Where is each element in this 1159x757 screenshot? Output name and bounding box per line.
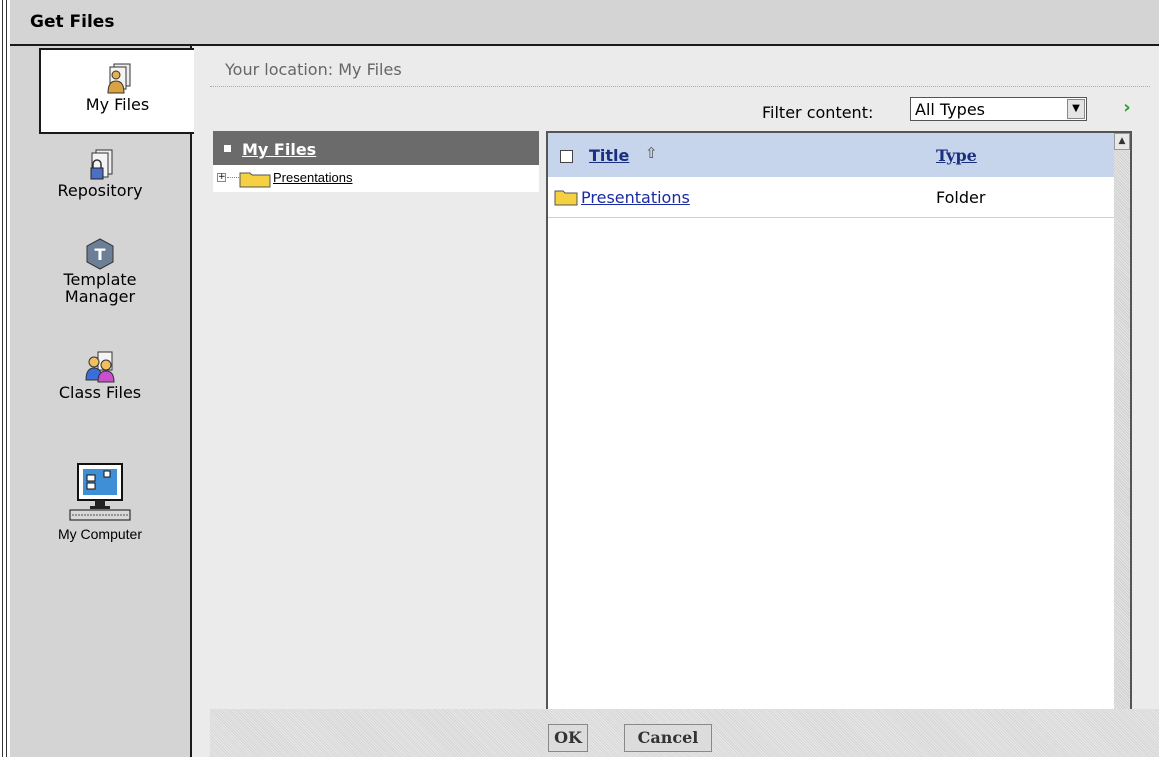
filter-selected-value: All Types (915, 100, 986, 119)
template-manager-icon: T (86, 238, 114, 270)
column-type[interactable]: Type (936, 146, 977, 165)
user-document-icon (106, 63, 130, 94)
vertical-scrollbar[interactable]: ▲ ▼ (1114, 133, 1130, 747)
tree-connector (227, 177, 239, 178)
location-path: Your location: My Files (225, 60, 402, 79)
square-bullet-icon (224, 145, 231, 152)
sidebar-item-label-line2: Manager (64, 287, 136, 306)
sidebar: My Files Repository T Template Manager C… (10, 46, 194, 757)
row-title-link[interactable]: Presentations (581, 188, 690, 207)
sidebar-item-label: Repository (57, 181, 143, 200)
table-row[interactable]: Presentations Folder (548, 177, 1118, 218)
main-panel: Your location: My Files Filter content: … (192, 46, 1159, 757)
scroll-up-icon[interactable]: ▲ (1114, 133, 1130, 150)
class-users-icon (85, 351, 115, 383)
tree-item-label[interactable]: Presentations (273, 170, 353, 185)
filter-select[interactable]: All Types ▼ (910, 97, 1087, 121)
select-all-checkbox[interactable] (560, 150, 573, 163)
window-left-edge (0, 0, 10, 757)
action-bar: OK Cancel (210, 709, 1159, 757)
sidebar-item-my-computer[interactable]: My Computer (10, 462, 190, 543)
sidebar-item-template-manager[interactable]: T Template Manager (10, 237, 190, 305)
tree-header: My Files (213, 131, 539, 165)
sidebar-item-label: My Computer (57, 526, 143, 542)
folder-tree: My Files + Presentations (213, 131, 539, 192)
sidebar-item-class-files[interactable]: Class Files (10, 350, 190, 401)
filter-label: Filter content: (762, 103, 874, 122)
tree-root-link[interactable]: My Files (242, 140, 316, 159)
cancel-button[interactable]: Cancel (624, 724, 712, 752)
sidebar-item-label: My Files (85, 95, 150, 114)
window-title: Get Files (30, 12, 115, 32)
sort-up-icon[interactable]: ⇧ (645, 144, 658, 162)
list-header: Title ⇧ Type (548, 133, 1118, 177)
locked-document-icon (90, 149, 113, 180)
folder-icon (554, 190, 578, 206)
sidebar-item-label-line1: Template (63, 270, 137, 289)
title-bar: Get Files (10, 0, 1159, 46)
file-list: Title ⇧ Type Presentations Folder ▲ ▼ (546, 131, 1132, 749)
tree-item[interactable]: + Presentations (213, 167, 539, 189)
go-arrow-icon[interactable]: › (1117, 98, 1137, 118)
column-title[interactable]: Title (589, 146, 629, 165)
location-divider (210, 86, 1150, 87)
computer-icon (69, 463, 131, 521)
svg-text:T: T (95, 245, 106, 264)
sidebar-item-label: Class Files (58, 383, 142, 402)
ok-button[interactable]: OK (548, 724, 588, 752)
folder-icon (239, 172, 271, 188)
row-type: Folder (936, 188, 986, 207)
sidebar-item-my-files[interactable]: My Files (39, 48, 194, 134)
chevron-down-icon[interactable]: ▼ (1067, 99, 1085, 119)
sidebar-item-repository[interactable]: Repository (10, 148, 190, 199)
expand-icon[interactable]: + (217, 173, 226, 182)
